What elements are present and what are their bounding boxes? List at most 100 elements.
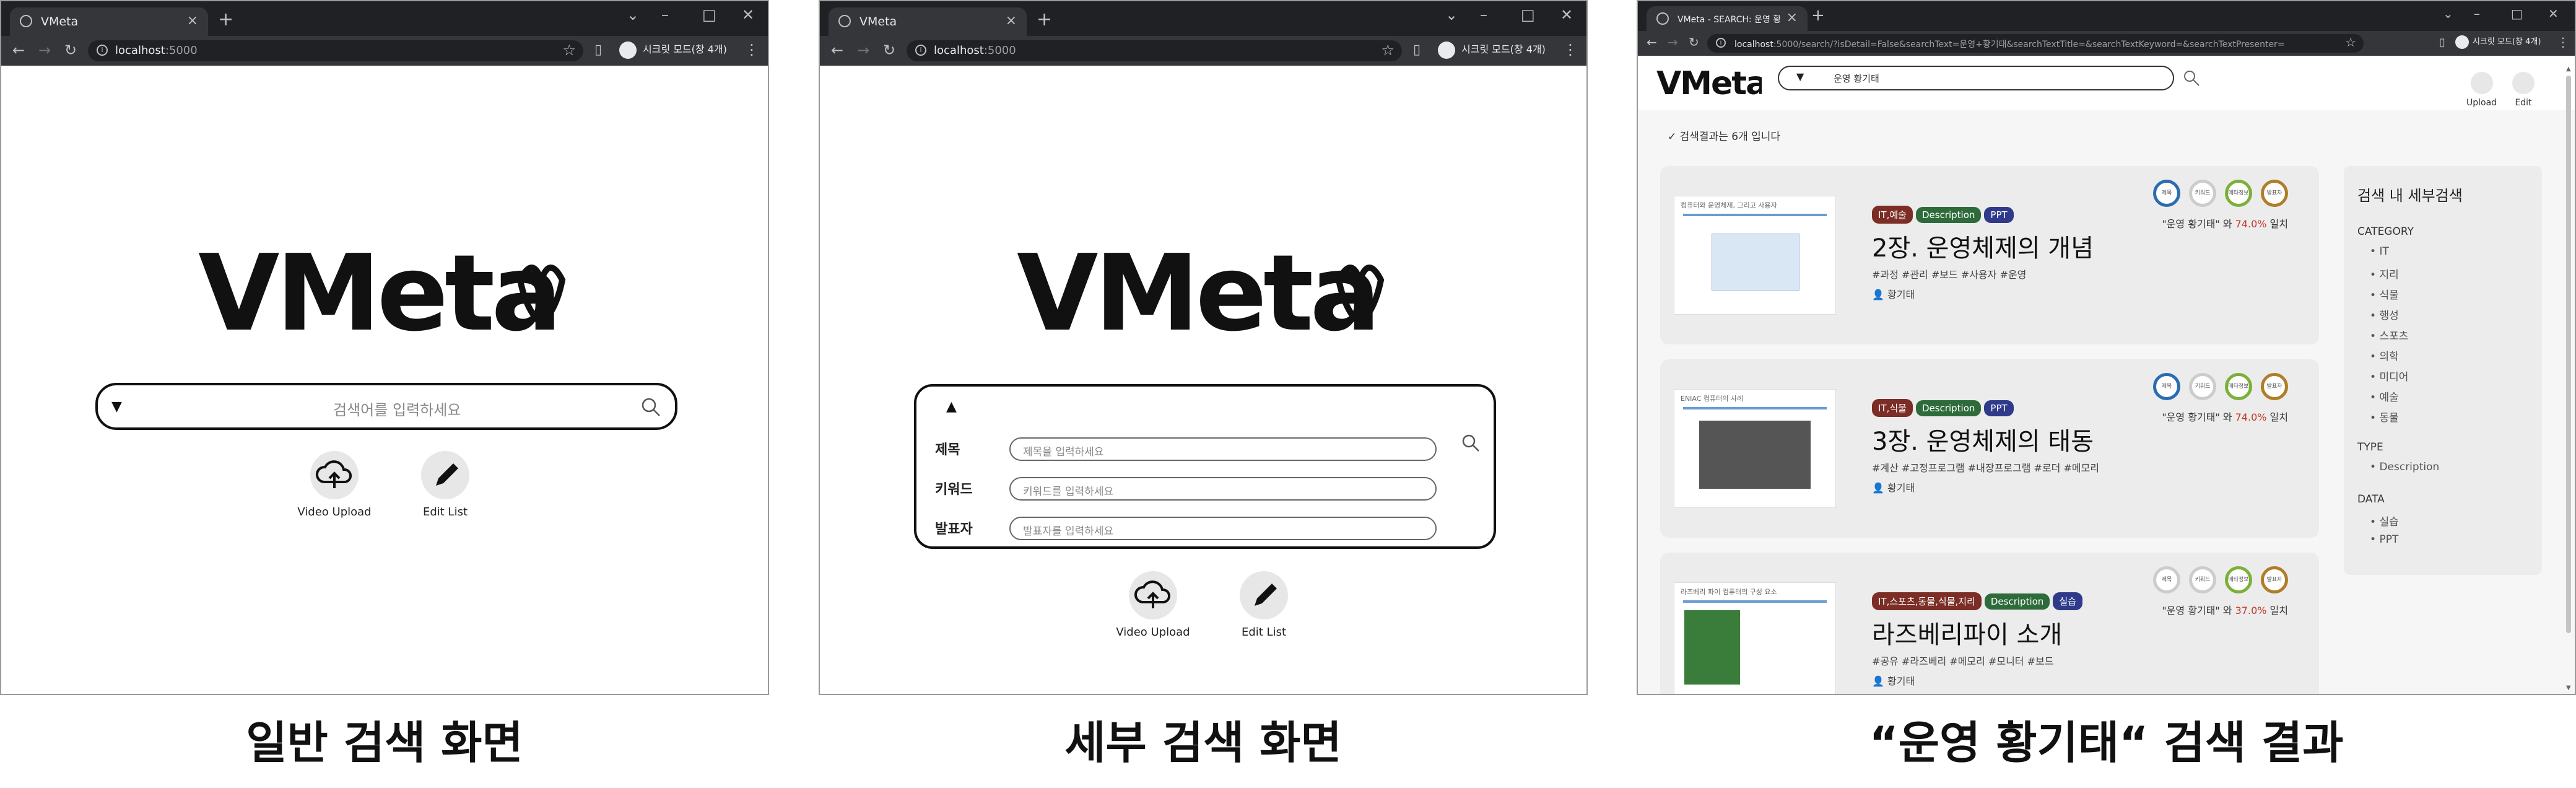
keyword-input[interactable]: 키워드를 입력하세요 xyxy=(1009,477,1437,501)
window-close-icon[interactable]: ✕ xyxy=(742,6,754,24)
new-tab-icon[interactable]: + xyxy=(218,9,233,30)
close-tab-icon[interactable]: × xyxy=(187,13,198,28)
type-tag[interactable]: Description xyxy=(1915,207,1982,223)
filter-item[interactable]: • 식물 xyxy=(2370,286,2399,302)
video-upload-label[interactable]: Video Upload xyxy=(1111,626,1195,639)
category-tag[interactable]: IT,스포츠,동물,식물,지리 xyxy=(1872,592,1982,610)
type-tag[interactable]: Description xyxy=(1915,400,1982,416)
category-tag[interactable]: IT,식물 xyxy=(1872,399,1913,417)
tab-search-icon[interactable]: ⌄ xyxy=(2443,6,2453,21)
filter-item[interactable]: • 동물 xyxy=(2370,409,2399,424)
site-info-icon[interactable]: i xyxy=(1716,38,1726,48)
browser-tab[interactable]: VMeta × xyxy=(10,7,208,36)
result-card[interactable]: 컴퓨터와 운영체제, 그리고 사용자 IT,예술 Description PPT 2… xyxy=(1660,166,2319,344)
search-icon[interactable] xyxy=(640,396,661,418)
edit-list-button[interactable] xyxy=(1240,571,1288,619)
incognito-indicator[interactable]: 시크릿 모드(창 4개) xyxy=(2455,35,2541,55)
back-icon[interactable]: ← xyxy=(12,42,25,59)
filter-item[interactable]: • 지리 xyxy=(2370,266,2399,281)
menu-kebab-icon[interactable]: ⋮ xyxy=(1563,41,1578,58)
filter-item[interactable]: • IT xyxy=(2370,245,2389,258)
browser-tab[interactable]: VMeta × xyxy=(829,7,1027,36)
search-input[interactable]: 검색어를 입력하세요 xyxy=(333,398,461,419)
window-close-icon[interactable]: ✕ xyxy=(2548,6,2559,21)
new-tab-icon[interactable]: + xyxy=(1037,9,1052,30)
type-tag[interactable]: Description xyxy=(1984,593,2050,610)
window-close-icon[interactable]: ✕ xyxy=(1560,6,1573,24)
collapse-search-toggle[interactable]: ▲ xyxy=(946,399,957,414)
incognito-indicator[interactable]: 시크릿 모드(창 4개) xyxy=(1438,41,1546,61)
forward-icon[interactable]: → xyxy=(857,42,869,59)
reload-icon[interactable]: ↻ xyxy=(64,42,77,59)
menu-kebab-icon[interactable]: ⋮ xyxy=(744,41,759,58)
filter-item[interactable]: • 행성 xyxy=(2370,307,2399,322)
expand-search-toggle[interactable]: ▼ xyxy=(111,399,122,414)
browser-tab[interactable]: VMeta - SEARCH: 운영 황기태 × xyxy=(1647,6,1808,31)
bookmark-star-icon[interactable]: ☆ xyxy=(1381,42,1395,59)
tab-search-icon[interactable]: ⌄ xyxy=(1445,6,1458,24)
video-upload-button[interactable] xyxy=(1129,571,1177,619)
site-info-icon[interactable]: i xyxy=(915,45,926,56)
maximize-icon[interactable]: □ xyxy=(2511,6,2523,21)
category-tag[interactable]: IT,예술 xyxy=(1872,206,1913,224)
result-title[interactable]: 3장. 운영체제의 태동 xyxy=(1872,421,2094,457)
result-title[interactable]: 라즈베리파이 소개 xyxy=(1872,615,2062,650)
filter-item[interactable]: • PPT xyxy=(2370,533,2398,546)
reload-icon[interactable]: ↻ xyxy=(883,42,895,59)
search-bar[interactable]: ▼ 검색어를 입력하세요 xyxy=(95,383,677,430)
edit-list-label[interactable]: Edit List xyxy=(410,506,481,519)
address-bar[interactable]: i localhost:5000 ☆ xyxy=(907,40,1402,61)
edit-list-label[interactable]: Edit List xyxy=(1229,626,1299,639)
site-info-icon[interactable]: i xyxy=(97,45,108,56)
tab-search-icon[interactable]: ⌄ xyxy=(627,6,639,24)
edit-list-button[interactable] xyxy=(421,451,469,499)
result-card[interactable]: 라즈베리 파이 컴퓨터의 구성 요소 IT,스포츠,동물,식물,지리 Descri… xyxy=(1660,553,2319,694)
forward-icon[interactable]: → xyxy=(1668,35,1678,50)
close-tab-icon[interactable]: × xyxy=(1006,13,1017,28)
video-thumbnail[interactable]: 컴퓨터와 운영체제, 그리고 사용자 xyxy=(1674,196,1836,315)
search-bar[interactable]: ▼ 운영 황기태 xyxy=(1778,66,2174,90)
data-tag[interactable]: 실습 xyxy=(2053,592,2082,610)
filter-item[interactable]: • 실습 xyxy=(2370,513,2399,528)
filter-item[interactable]: • 스포츠 xyxy=(2370,327,2408,343)
filter-item[interactable]: • 의학 xyxy=(2370,348,2399,363)
scrollbar[interactable]: ▲ ▼ xyxy=(2565,66,2572,691)
maximize-icon[interactable]: □ xyxy=(1521,6,1535,24)
back-icon[interactable]: ← xyxy=(1647,35,1657,50)
video-upload-label[interactable]: Video Upload xyxy=(292,506,376,519)
close-tab-icon[interactable]: × xyxy=(1786,10,1798,25)
edit-button[interactable]: Edit xyxy=(2512,72,2535,108)
minimize-icon[interactable]: – xyxy=(1480,6,1487,24)
filter-item[interactable]: • Description xyxy=(2370,461,2439,473)
presenter-input[interactable]: 발표자를 입력하세요 xyxy=(1009,517,1437,540)
upload-button[interactable]: Upload xyxy=(2466,72,2497,108)
filter-item[interactable]: • 예술 xyxy=(2370,388,2399,404)
video-upload-button[interactable] xyxy=(310,451,359,499)
expand-search-toggle[interactable]: ▼ xyxy=(1796,71,1804,82)
filter-item[interactable]: • 미디어 xyxy=(2370,368,2408,383)
minimize-icon[interactable]: – xyxy=(661,6,669,24)
address-bar[interactable]: i localhost:5000/search/?isDetail=False&… xyxy=(1707,34,2364,53)
minimize-icon[interactable]: – xyxy=(2474,6,2480,21)
side-panel-icon[interactable]: ▯ xyxy=(594,42,602,58)
bookmark-star-icon[interactable]: ☆ xyxy=(2345,35,2356,50)
search-icon[interactable] xyxy=(1461,434,1480,452)
side-panel-icon[interactable]: ▯ xyxy=(2439,36,2445,49)
new-tab-icon[interactable]: + xyxy=(1811,6,1825,25)
search-input[interactable]: 운영 황기태 xyxy=(1834,72,1879,85)
data-tag[interactable]: PPT xyxy=(1984,207,2014,223)
video-thumbnail[interactable]: 라즈베리 파이 컴퓨터의 구성 요소 xyxy=(1674,582,1836,694)
result-card[interactable]: ENIAC 컴퓨터의 사례 IT,식물 Description PPT 3장. 운영… xyxy=(1660,359,2319,538)
back-icon[interactable]: ← xyxy=(831,42,843,59)
vmeta-logo[interactable]: VMeta xyxy=(1656,66,1762,100)
maximize-icon[interactable]: □ xyxy=(702,6,716,24)
menu-kebab-icon[interactable]: ⋮ xyxy=(2557,35,2569,50)
bookmark-star-icon[interactable]: ☆ xyxy=(562,42,576,59)
data-tag[interactable]: PPT xyxy=(1984,400,2014,416)
search-icon[interactable] xyxy=(2183,69,2200,87)
reload-icon[interactable]: ↻ xyxy=(1689,35,1699,50)
incognito-indicator[interactable]: 시크릿 모드(창 4개) xyxy=(619,41,727,61)
title-input[interactable]: 제목을 입력하세요 xyxy=(1009,437,1437,461)
address-bar[interactable]: i localhost:5000 ☆ xyxy=(88,40,583,61)
side-panel-icon[interactable]: ▯ xyxy=(1413,42,1421,58)
